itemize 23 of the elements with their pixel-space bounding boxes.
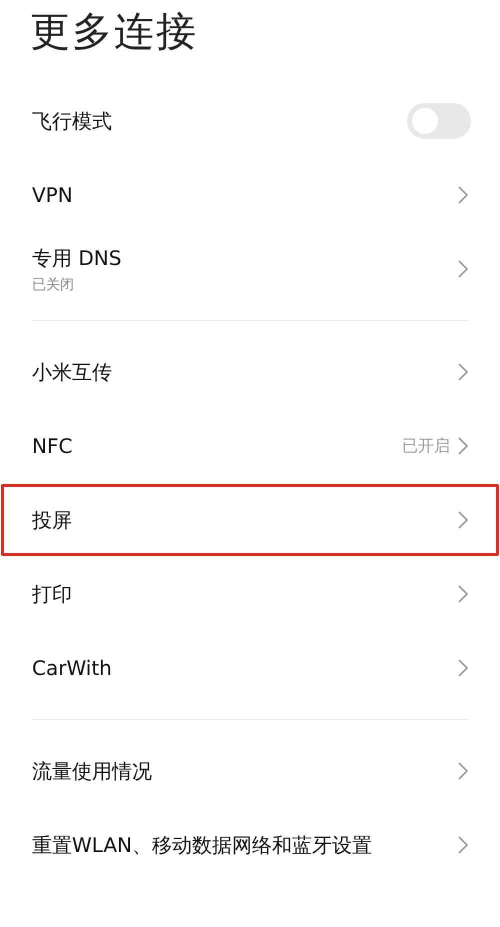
chevron-right-icon: [458, 186, 468, 204]
setting-label[interactable]: 专用 DNS: [32, 244, 458, 272]
highlighted-setting-row[interactable]: 投屏: [0, 483, 500, 557]
chevron-right-icon: [458, 585, 468, 603]
setting-label[interactable]: NFC: [32, 434, 402, 458]
page-title: 更多连接: [29, 8, 199, 57]
chevron-right-icon: [458, 437, 468, 455]
setting-label[interactable]: 打印: [32, 580, 458, 608]
chevron-right-icon: [458, 260, 468, 278]
setting-value: 已开启: [402, 436, 450, 456]
setting-label[interactable]: CarWith: [32, 656, 458, 680]
setting-label[interactable]: 重置WLAN、移动数据网络和蓝牙设置: [32, 832, 458, 858]
chevron-right-icon: [458, 363, 468, 381]
setting-label[interactable]: 流量使用情况: [32, 758, 458, 784]
chevron-right-icon: [458, 659, 468, 677]
setting-label[interactable]: 小米互传: [32, 358, 458, 386]
chevron-right-icon: [458, 762, 468, 780]
setting-summary: 已关闭: [32, 276, 75, 294]
chevron-right-icon: [458, 836, 468, 854]
setting-label[interactable]: 飞行模式: [32, 108, 407, 134]
setting-label[interactable]: 投屏: [32, 506, 458, 534]
setting-label[interactable]: VPN: [32, 183, 458, 207]
chevron-right-icon: [458, 511, 468, 529]
